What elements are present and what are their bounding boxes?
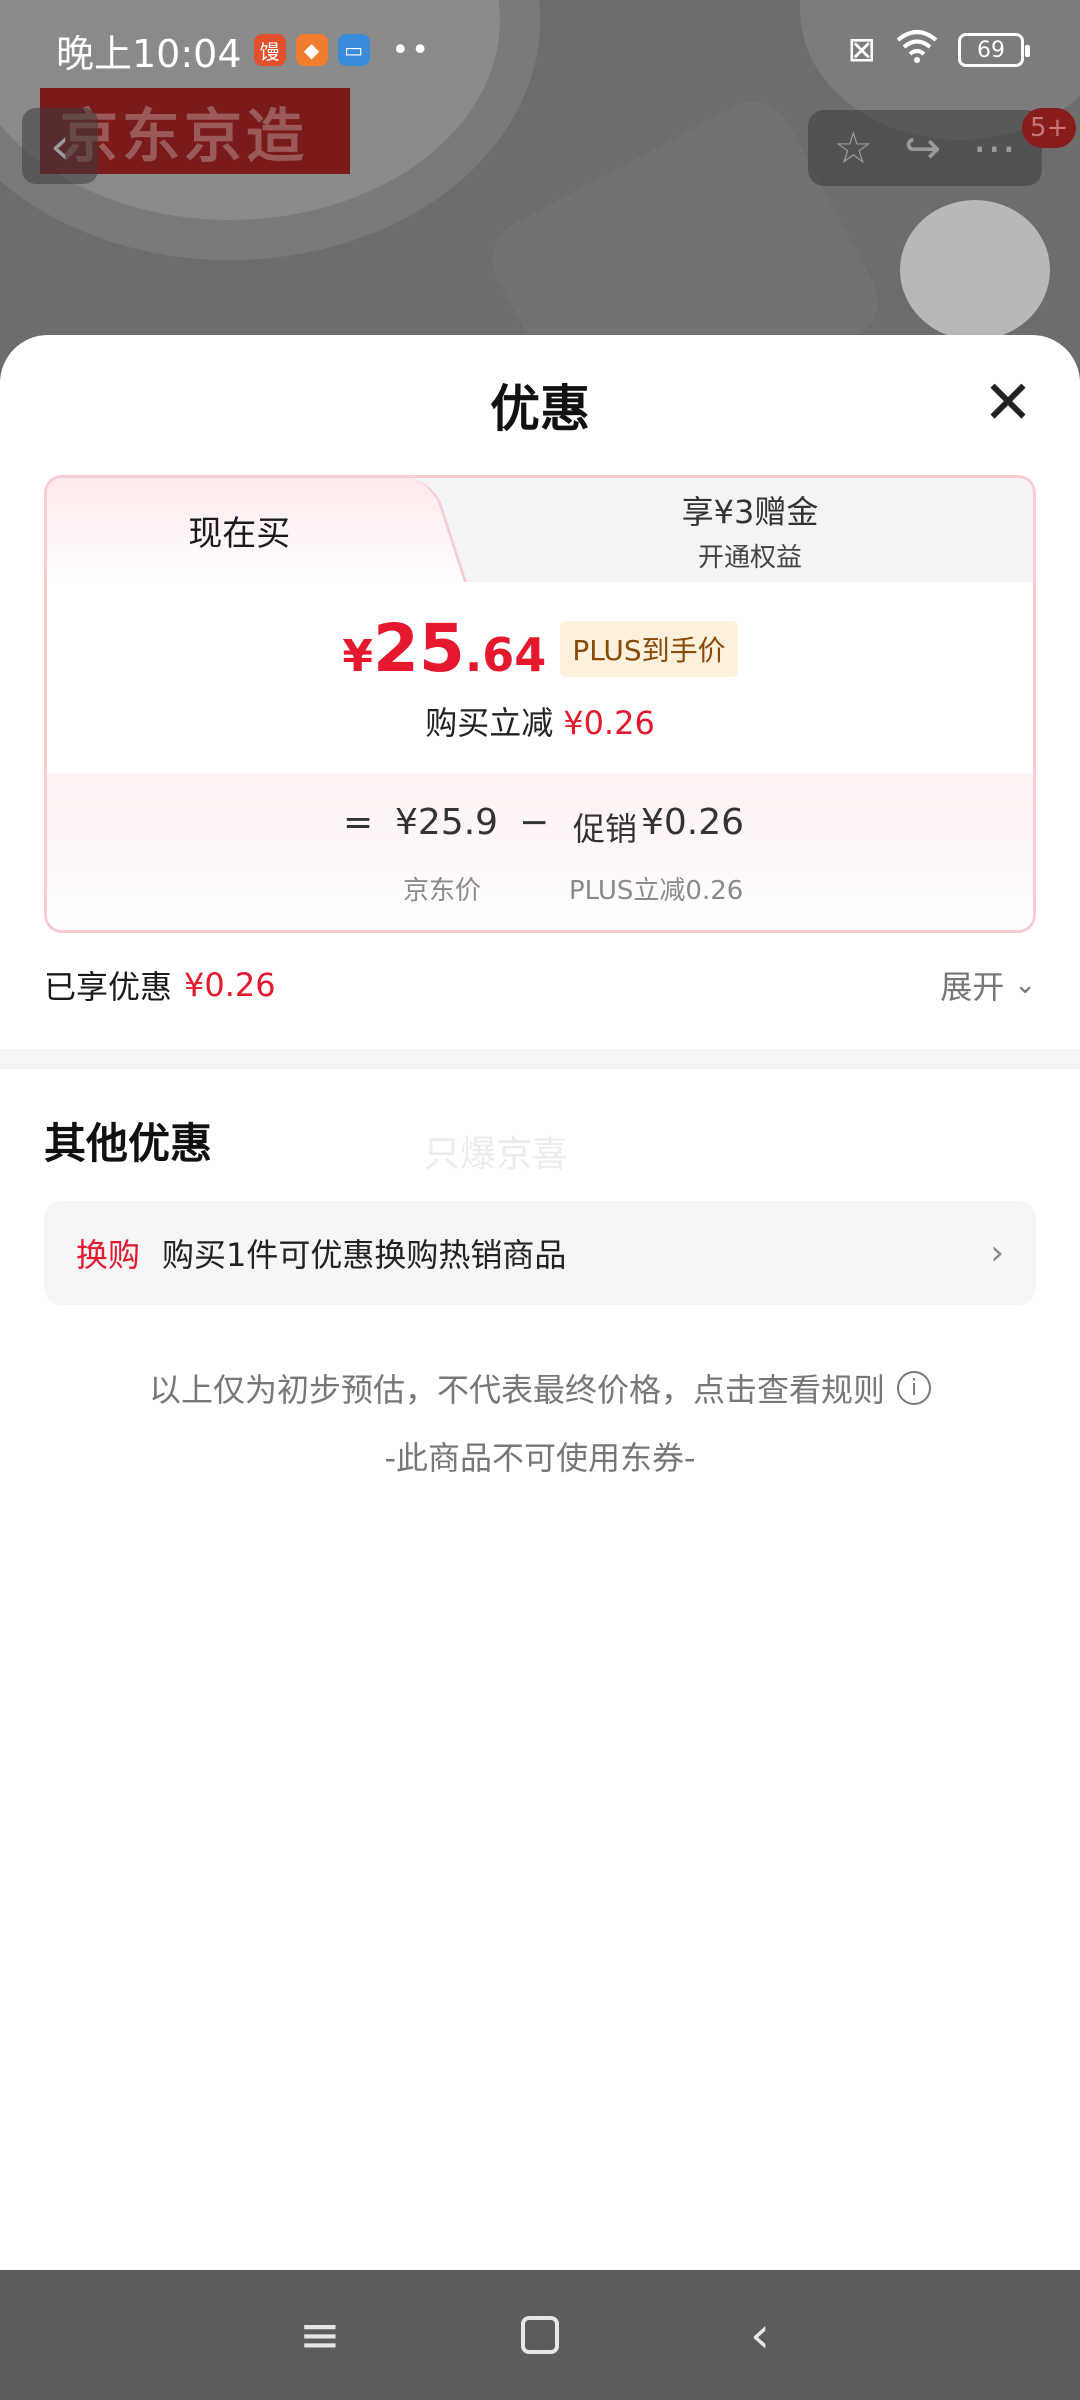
other-discounts-title: 其他优惠 — [44, 1119, 213, 1168]
chevron-right-icon: › — [990, 1233, 1004, 1273]
watermark-text: 只爆京喜 — [424, 1134, 569, 1175]
enjoyed-value: ¥0.26 — [184, 966, 276, 1004]
base-price: ¥25.9 — [395, 802, 499, 843]
star-icon[interactable]: ☆ — [834, 123, 873, 174]
notification-badge: 5+ — [1022, 108, 1077, 148]
reduce-label: 购买立减 — [425, 704, 554, 742]
shopping-app-icon: ◆ — [295, 34, 328, 66]
menu-icon[interactable]: ≡ — [280, 2295, 360, 2375]
info-icon[interactable]: i — [897, 1371, 931, 1405]
price-area: ¥ 25 .64 PLUS到手价 购买立减 ¥0.26 — [47, 582, 1033, 774]
coupon-note: -此商品不可使用东券- — [384, 1439, 696, 1477]
reduce-line: 购买立减 ¥0.26 — [47, 698, 1033, 744]
background-cotton — [900, 200, 1050, 340]
plus-price-tag: PLUS到手价 — [560, 620, 738, 677]
app-notification-icon: 馒 — [253, 34, 286, 66]
price-tabs: 现在买 享¥3赠金 开通权益 — [47, 478, 1033, 582]
status-time: 晚上10:04 — [56, 31, 242, 76]
expand-button[interactable]: 展开 ⌄ — [940, 962, 1036, 1008]
expand-label: 展开 — [940, 968, 1005, 1006]
minus-sign: − — [519, 802, 550, 843]
price-notice[interactable]: 以上仅为初步预估，不代表最终价格，点击查看规则 i — [0, 1365, 1080, 1411]
swap-tag: 换购 — [76, 1236, 141, 1274]
back-icon: ‹ — [50, 117, 70, 175]
sheet-title: 优惠 — [490, 380, 590, 438]
share-icon[interactable]: ↪ — [904, 123, 941, 174]
battery-icon: 69 — [958, 33, 1030, 67]
tab-buy-now[interactable]: 现在买 — [47, 478, 468, 582]
enjoyed-label: 已享优惠 — [44, 968, 173, 1006]
chevron-down-icon: ⌄ — [1014, 970, 1036, 1000]
tab-plus-bonus-label: 享¥3赠金 — [681, 492, 819, 531]
system-navigation-bar: ≡ ‹ — [0, 2270, 1080, 2400]
equals-sign: = — [343, 802, 374, 843]
notice-text: 以上仅为初步预估，不代表最终价格，点击查看规则 — [148, 1371, 885, 1409]
tab-plus-bonus[interactable]: 享¥3赠金 开通权益 — [467, 478, 1033, 582]
more-notifications-dots: •• — [391, 32, 431, 68]
sheet-header: 优惠 ✕ — [0, 335, 1080, 475]
enjoyed-discount-row[interactable]: 已享优惠 ¥0.26 展开 ⌄ — [44, 955, 1036, 1015]
price-decimal: .64 — [464, 628, 547, 682]
promo-label: 促销 — [573, 810, 638, 848]
swap-purchase-row[interactable]: 换购 购买1件可优惠换购热销商品 › — [44, 1201, 1036, 1305]
price-calculation: = ¥25.9 − 促销 ¥0.26 京东价 PLUS立减0.26 — [47, 774, 1033, 930]
home-icon — [521, 2316, 559, 2354]
price-currency: ¥ — [342, 631, 373, 682]
wallet-app-icon: ▭ — [337, 34, 370, 66]
top-action-group: ☆ ↪ ⋯ — [808, 110, 1042, 186]
section-divider — [0, 1049, 1080, 1069]
wifi-icon — [894, 28, 940, 73]
promo-value: ¥0.26 — [641, 802, 745, 843]
no-sim-icon: ⊠ — [847, 30, 877, 70]
final-price: ¥ 25 .64 PLUS到手价 — [47, 610, 1033, 687]
promo-sub-label: PLUS立减0.26 — [569, 876, 744, 906]
status-right: ⊠ 69 — [847, 28, 1030, 73]
reduce-value: ¥0.26 — [563, 704, 655, 742]
close-icon[interactable]: ✕ — [980, 373, 1036, 433]
price-integer: 25 — [372, 610, 465, 687]
price-card: 现在买 享¥3赠金 开通权益 ¥ 25 .64 PLUS到手价 购买立减 ¥0.2… — [44, 475, 1036, 933]
home-button[interactable] — [500, 2295, 580, 2375]
tab-plus-bonus-sub: 开通权益 — [697, 542, 802, 573]
more-icon[interactable]: ⋯ — [972, 123, 1016, 174]
swap-text: 购买1件可优惠换购热销商品 — [162, 1236, 567, 1274]
discount-sheet: 优惠 ✕ 现在买 享¥3赠金 开通权益 ¥ 25 .64 PLUS到手价 购买立… — [0, 335, 1080, 2270]
tab-buy-now-label: 现在买 — [187, 513, 290, 554]
status-bar: 晚上10:04 馒 ◆ ▭ •• ⊠ 69 — [0, 0, 1080, 100]
back-nav-icon[interactable]: ‹ — [720, 2295, 800, 2375]
back-button[interactable]: ‹ — [22, 108, 98, 184]
base-price-label: 京东价 — [403, 876, 482, 906]
